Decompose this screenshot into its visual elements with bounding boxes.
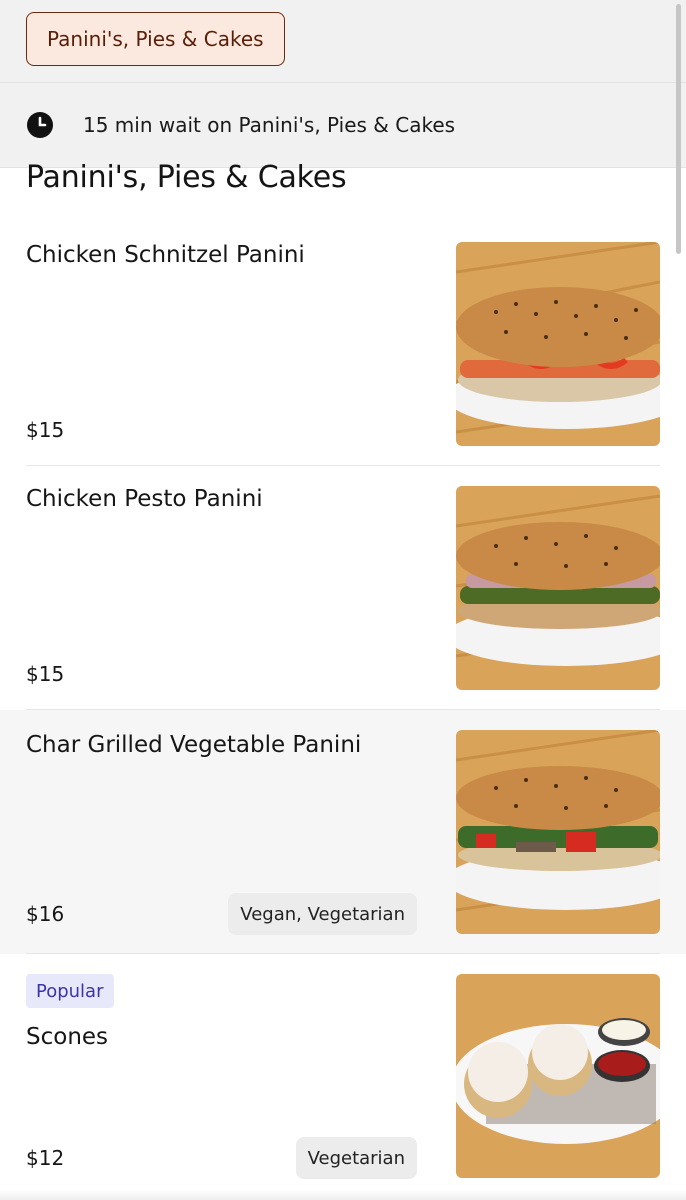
scones-photo	[456, 974, 660, 1178]
item-name: Chicken Schnitzel Panini	[26, 242, 305, 268]
menu-item-char-grilled-vegetable-panini[interactable]: Char Grilled Vegetable Panini $16 Vegan,…	[0, 710, 686, 954]
clock-icon	[27, 112, 53, 138]
wait-time-banner: 15 min wait on Panini's, Pies & Cakes	[0, 83, 686, 168]
dietary-tag: Vegan, Vegetarian	[228, 893, 417, 935]
menu-item-chicken-pesto-panini[interactable]: Chicken Pesto Panini $15	[0, 466, 686, 710]
bottom-edge	[0, 1190, 686, 1200]
menu-page: Panini's, Pies & Cakes 15 min wait on Pa…	[0, 0, 686, 1200]
wait-time-text: 15 min wait on Panini's, Pies & Cakes	[83, 113, 456, 137]
menu-item-scones[interactable]: Popular Scones $12 Vegetarian	[0, 954, 686, 1198]
item-price: $15	[26, 662, 65, 686]
item-price: $16	[26, 902, 65, 926]
dietary-tag: Vegetarian	[295, 1137, 417, 1179]
pesto-panini-photo	[456, 486, 660, 690]
scrollbar[interactable]	[676, 4, 681, 254]
schnitzel-panini-photo	[456, 242, 660, 446]
section-title: Panini's, Pies & Cakes	[26, 160, 347, 195]
vegetable-panini-photo	[456, 730, 660, 934]
item-name: Char Grilled Vegetable Panini	[26, 732, 362, 758]
category-tab-bar: Panini's, Pies & Cakes	[0, 0, 686, 83]
category-tab-paninis-pies-cakes[interactable]: Panini's, Pies & Cakes	[26, 12, 285, 66]
menu-item-chicken-schnitzel-panini[interactable]: Chicken Schnitzel Panini $15	[0, 222, 686, 466]
item-name: Scones	[26, 1024, 109, 1050]
item-price: $12	[26, 1146, 65, 1170]
item-price: $15	[26, 418, 65, 442]
item-name: Chicken Pesto Panini	[26, 486, 263, 512]
popular-badge: Popular	[26, 974, 114, 1008]
